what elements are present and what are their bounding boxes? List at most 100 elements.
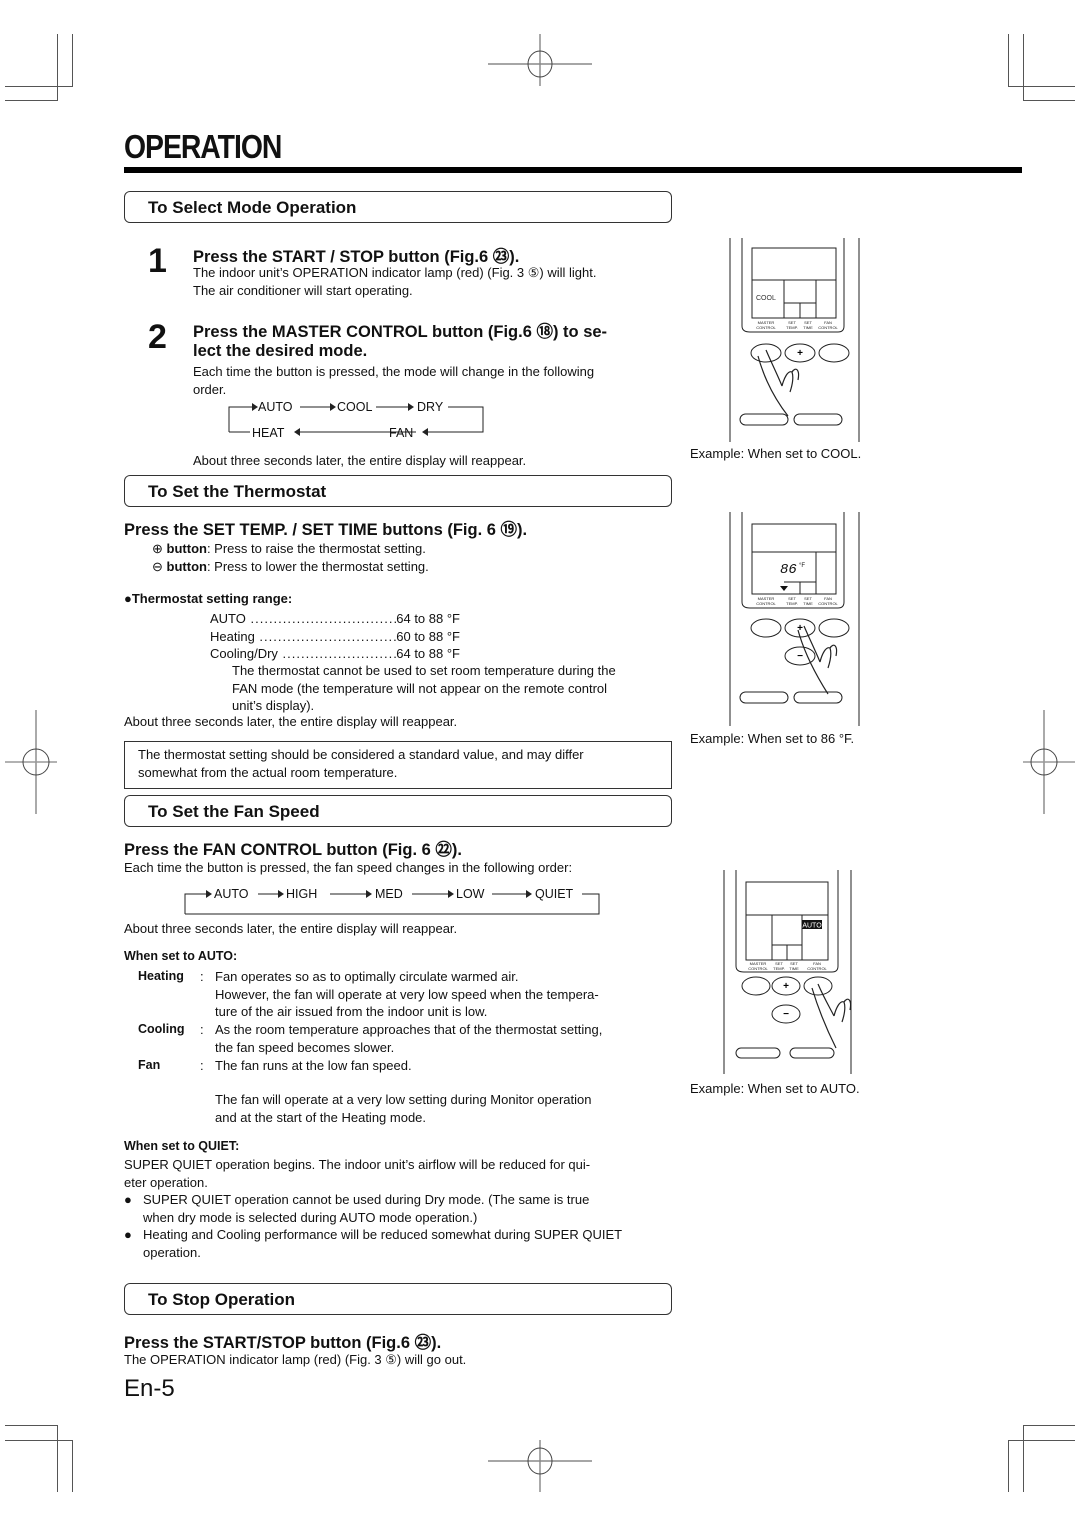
plus-icon: + bbox=[797, 348, 803, 359]
remote-body: 86 °F + − MASTER CONTROL SET TEMP. SET T… bbox=[729, 512, 860, 726]
text-line: The thermostat setting should be conside… bbox=[138, 747, 584, 762]
fan-heading: Press the FAN CONTROL button (Fig. 6 ㉒). bbox=[124, 841, 462, 859]
remote-illustration-temp: 86 °F + − MASTER CONTROL SET TEMP. SET T… bbox=[728, 512, 874, 726]
label: TEMP. bbox=[786, 601, 798, 606]
label: TEMP. bbox=[786, 325, 798, 330]
mode-dry: DRY bbox=[417, 400, 444, 414]
figure-caption: Example: When set to COOL. bbox=[690, 446, 862, 461]
label: button bbox=[166, 559, 207, 574]
label: CONTROL bbox=[756, 325, 776, 330]
auto-item: Fan : The fan runs at the low fan speed. bbox=[138, 1058, 412, 1073]
registration-mark-bottom bbox=[488, 1440, 592, 1492]
stop-text: The OPERATION indicator lamp (red) (Fig.… bbox=[124, 1352, 467, 1367]
range-value: 64 to 88 °F bbox=[396, 611, 460, 626]
page-number: En-5 bbox=[124, 1375, 175, 1402]
minus-icon: − bbox=[797, 651, 803, 662]
display-unit: °F bbox=[799, 563, 805, 569]
text: : Press to lower the thermostat setting. bbox=[206, 559, 429, 574]
figure-caption: Example: When set to 86 °F. bbox=[690, 731, 855, 746]
speed-high: HIGH bbox=[286, 887, 318, 901]
label: TEMP. bbox=[773, 966, 785, 971]
item-label: Fan bbox=[138, 1058, 161, 1072]
mode-cool: COOL bbox=[337, 400, 373, 414]
mode-fan: FAN bbox=[389, 426, 414, 440]
quiet-title: When set to QUIET: bbox=[124, 1139, 240, 1153]
remote-body: AUTO + − MASTER CONTROL SET TEMP. SET TI… bbox=[723, 870, 852, 1074]
range-mode: Heating bbox=[210, 628, 255, 644]
text-line: Each time the button is pressed, the mod… bbox=[193, 364, 595, 379]
label: CONTROL bbox=[748, 966, 768, 971]
section-header-select-mode: To Select Mode Operation bbox=[124, 191, 672, 223]
mode-auto: AUTO bbox=[258, 400, 293, 414]
range-row: AUTO ...................................… bbox=[210, 611, 460, 626]
step-text: Each time the button is pressed, the mod… bbox=[193, 363, 594, 398]
text-line: FAN mode (the temperature will not appea… bbox=[232, 680, 608, 696]
figure-caption: Example: When set to AUTO. bbox=[690, 1081, 860, 1096]
mode-cycle-diagram: AUTO COOL DRY FAN HEAT bbox=[228, 398, 488, 444]
item-label: Heating bbox=[138, 969, 184, 983]
quiet-text: SUPER QUIET operation begins. The indoor… bbox=[124, 1156, 590, 1191]
label: CONTROL bbox=[756, 601, 776, 606]
step-number: 2 bbox=[148, 318, 167, 356]
stop-heading: Press the START/STOP button (Fig.6 ㉓). bbox=[124, 1334, 442, 1352]
remote-button-labels: MASTER CONTROL SET TEMP. SET TIME FAN CO… bbox=[748, 961, 827, 971]
auto-title: When set to AUTO: bbox=[124, 949, 238, 963]
thermostat-heading: Press the SET TEMP. / SET TIME buttons (… bbox=[124, 521, 528, 539]
text-line: eter operation. bbox=[124, 1174, 208, 1190]
thermostat-note-box: The thermostat setting should be conside… bbox=[124, 741, 672, 789]
text: When set to AUTO bbox=[124, 949, 234, 963]
title-rule bbox=[124, 167, 1022, 173]
text-line: Heating and Cooling performance will be … bbox=[143, 1227, 623, 1242]
range-value: 60 to 88 °F bbox=[396, 628, 460, 644]
speed-med: MED bbox=[375, 887, 403, 901]
text-line: ture of the air issued from the indoor u… bbox=[215, 1004, 488, 1019]
registration-mark-top bbox=[488, 34, 592, 86]
text-line: and at the start of the Heating mode. bbox=[215, 1109, 427, 1125]
plus-button-desc: ⊕ button: Press to raise the thermostat … bbox=[152, 540, 426, 558]
reappear-note: About three seconds later, the entire di… bbox=[193, 453, 527, 468]
step-text: The indoor unit’s OPERATION indicator la… bbox=[193, 264, 596, 299]
registration-mark-left bbox=[5, 710, 57, 814]
plus-circle-icon: ⊕ bbox=[152, 541, 163, 556]
plus-icon: + bbox=[797, 623, 803, 634]
fan-mode-note: The thermostat cannot be used to set roo… bbox=[232, 662, 616, 715]
text: : Press to raise the thermostat setting. bbox=[206, 541, 426, 556]
bullet-icon: ● bbox=[124, 1192, 132, 1207]
minus-circle-icon: ⊖ bbox=[152, 559, 163, 574]
step-heading: Press the MASTER CONTROL button (Fig.6 ⑱… bbox=[193, 323, 608, 341]
label: TIME bbox=[803, 601, 813, 606]
monitor-note: The fan will operate at a very low setti… bbox=[215, 1091, 591, 1126]
label: CONTROL bbox=[818, 601, 838, 606]
text-line: order. bbox=[193, 381, 227, 397]
label: button bbox=[166, 541, 207, 556]
page-title: OPERATION bbox=[124, 128, 282, 165]
minus-button-desc: ⊖ button: Press to lower the thermostat … bbox=[152, 558, 429, 576]
text-line: the fan speed becomes slower. bbox=[215, 1039, 395, 1055]
fan-intro: Each time the button is pressed, the fan… bbox=[124, 860, 573, 875]
step-heading: lect the desired mode. bbox=[193, 342, 368, 360]
text-line: As the room temperature approaches that … bbox=[215, 1022, 603, 1037]
item-label: Cooling bbox=[138, 1022, 185, 1036]
auto-items: Heating : Fan operates so as to optimall… bbox=[124, 968, 684, 1077]
auto-item: Cooling : As the room temperature approa… bbox=[138, 1022, 603, 1055]
text-line: Fan operates so as to optimally circulat… bbox=[215, 969, 519, 984]
display-temp: 86 bbox=[780, 562, 797, 578]
text-line: SUPER QUIET operation begins. The indoor… bbox=[124, 1157, 591, 1172]
label: CONTROL bbox=[818, 325, 838, 330]
section-title: To Stop Operation bbox=[148, 1290, 296, 1309]
registration-mark-right bbox=[1023, 710, 1075, 814]
text-line: SUPER QUIET operation cannot be used dur… bbox=[143, 1192, 590, 1207]
text-line: operation. bbox=[143, 1244, 201, 1260]
step-number: 1 bbox=[148, 242, 167, 280]
display-mode: COOL bbox=[756, 295, 776, 302]
display-fan: AUTO bbox=[802, 923, 822, 930]
minus-icon: − bbox=[783, 1009, 789, 1020]
remote-illustration-cool: COOL + MASTER CONTROL SET TEMP. SET TIME… bbox=[728, 238, 874, 442]
text-line: However, the fan will operate at very lo… bbox=[215, 986, 599, 1002]
remote-illustration-fan: AUTO + − MASTER CONTROL SET TEMP. SET TI… bbox=[722, 870, 868, 1074]
section-header-thermostat: To Set the Thermostat bbox=[124, 475, 672, 507]
plus-icon: + bbox=[783, 981, 789, 992]
text-line: when dry mode is selected during AUTO mo… bbox=[143, 1209, 478, 1225]
range-mode: Cooling/Dry bbox=[210, 646, 278, 661]
text-line: unit’s display). bbox=[232, 698, 315, 713]
